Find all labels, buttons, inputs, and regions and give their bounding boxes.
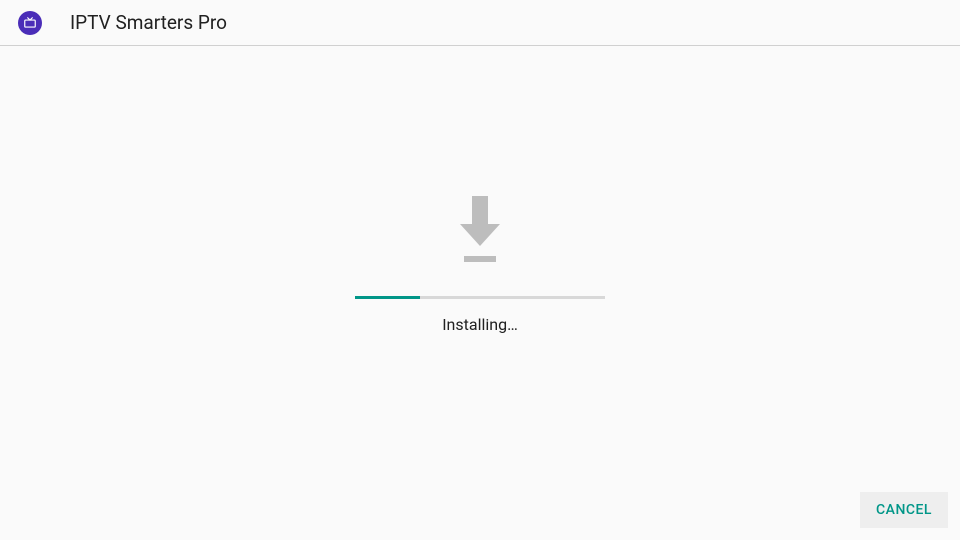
download-icon (452, 196, 508, 266)
header-bar: IPTV Smarters Pro (0, 0, 960, 46)
cancel-button[interactable]: CANCEL (860, 492, 948, 528)
status-text: Installing… (442, 315, 518, 334)
footer-actions: CANCEL (860, 492, 948, 528)
app-icon (18, 11, 42, 35)
installer-content: Installing… (0, 46, 960, 334)
app-title: IPTV Smarters Pro (70, 11, 227, 34)
progress-fill (355, 296, 420, 299)
progress-bar (355, 296, 605, 299)
tv-icon (23, 16, 37, 30)
